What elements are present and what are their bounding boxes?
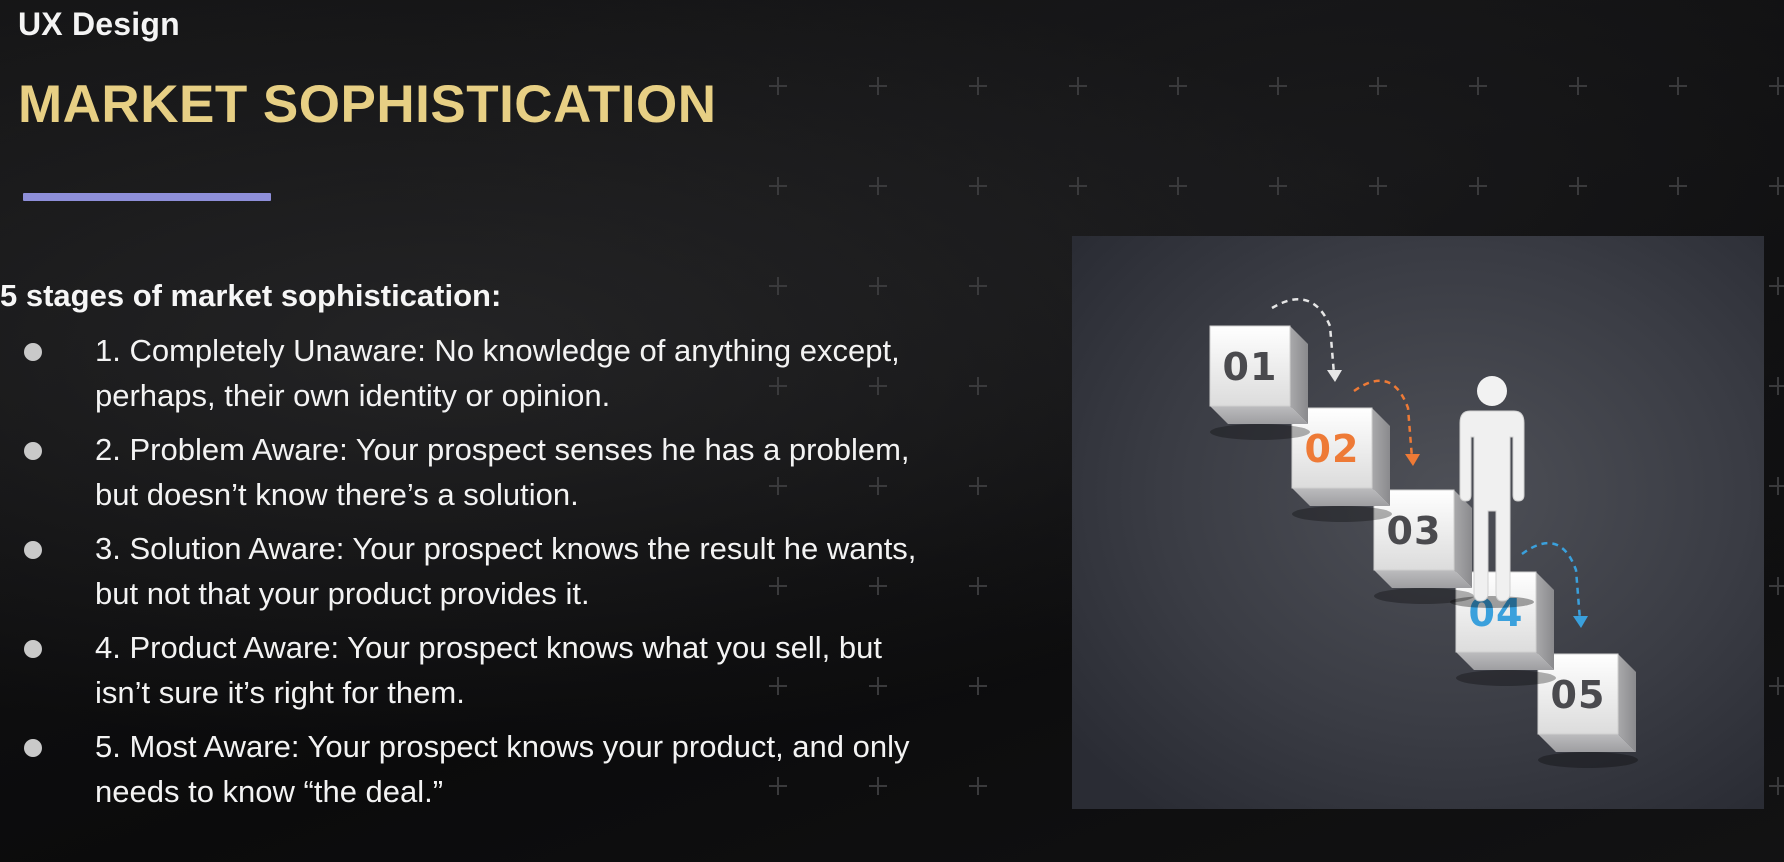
- plus-mark: [969, 577, 987, 595]
- stage-text-line2: needs to know “the deal.”: [95, 774, 444, 809]
- bullet-icon: [24, 343, 42, 361]
- stairs-illustration: 05 04 03 02 01: [1072, 236, 1764, 809]
- plus-mark: [1569, 77, 1587, 95]
- plus-mark: [969, 77, 987, 95]
- plus-mark: [969, 377, 987, 395]
- plus-mark: [869, 77, 887, 95]
- plus-mark: [1269, 177, 1287, 195]
- stage-text-line1: 2. Problem Aware: Your prospect senses h…: [95, 432, 910, 467]
- plus-mark: [1469, 77, 1487, 95]
- course-label: UX Design: [18, 6, 180, 42]
- plus-mark: [1769, 677, 1784, 695]
- plus-mark: [1369, 77, 1387, 95]
- step-label: 05: [1551, 673, 1606, 717]
- plus-mark: [1269, 77, 1287, 95]
- plus-mark: [869, 277, 887, 295]
- stage-text-line1: 1. Completely Unaware: No knowledge of a…: [95, 333, 900, 368]
- stage-text-line2: but not that your product provides it.: [95, 576, 590, 611]
- bullet-icon: [24, 442, 42, 460]
- plus-mark: [1769, 77, 1784, 95]
- bullet-icon: [24, 739, 42, 757]
- plus-mark: [1469, 177, 1487, 195]
- stage-text-line1: 4. Product Aware: Your prospect knows wh…: [95, 630, 882, 665]
- plus-mark: [1569, 177, 1587, 195]
- plus-mark: [969, 177, 987, 195]
- bullet-icon: [24, 541, 42, 559]
- plus-mark: [1769, 277, 1784, 295]
- plus-mark: [1169, 77, 1187, 95]
- plus-mark: [1769, 777, 1784, 795]
- step-label: 02: [1305, 427, 1360, 471]
- plus-mark: [1769, 577, 1784, 595]
- plus-mark: [969, 777, 987, 795]
- plus-mark: [1669, 177, 1687, 195]
- intro-heading: 5 stages of market sophistication:: [0, 278, 502, 313]
- plus-mark: [1669, 77, 1687, 95]
- slide-title: MARKET SOPHISTICATION: [18, 75, 717, 134]
- plus-mark: [969, 277, 987, 295]
- stage-text-line2: but doesn’t know there’s a solution.: [95, 477, 579, 512]
- plus-mark: [769, 77, 787, 95]
- plus-mark: [769, 277, 787, 295]
- bullet-icon: [24, 640, 42, 658]
- plus-mark: [1769, 377, 1784, 395]
- plus-mark: [1069, 177, 1087, 195]
- plus-mark: [1769, 477, 1784, 495]
- plus-mark: [769, 177, 787, 195]
- plus-mark: [869, 177, 887, 195]
- step-label: 03: [1387, 509, 1442, 553]
- plus-mark: [1169, 177, 1187, 195]
- step-label: 01: [1223, 345, 1278, 389]
- stage-text-line1: 5. Most Aware: Your prospect knows your …: [95, 729, 910, 764]
- plus-mark: [969, 677, 987, 695]
- plus-mark: [1069, 77, 1087, 95]
- stage-text-line2: isn’t sure it’s right for them.: [95, 675, 465, 710]
- plus-mark: [1769, 177, 1784, 195]
- plus-mark: [969, 477, 987, 495]
- stage-text-line2: perhaps, their own identity or opinion.: [95, 378, 611, 413]
- title-underline: [23, 193, 271, 201]
- stage-text-line1: 3. Solution Aware: Your prospect knows t…: [95, 531, 917, 566]
- plus-mark: [1369, 177, 1387, 195]
